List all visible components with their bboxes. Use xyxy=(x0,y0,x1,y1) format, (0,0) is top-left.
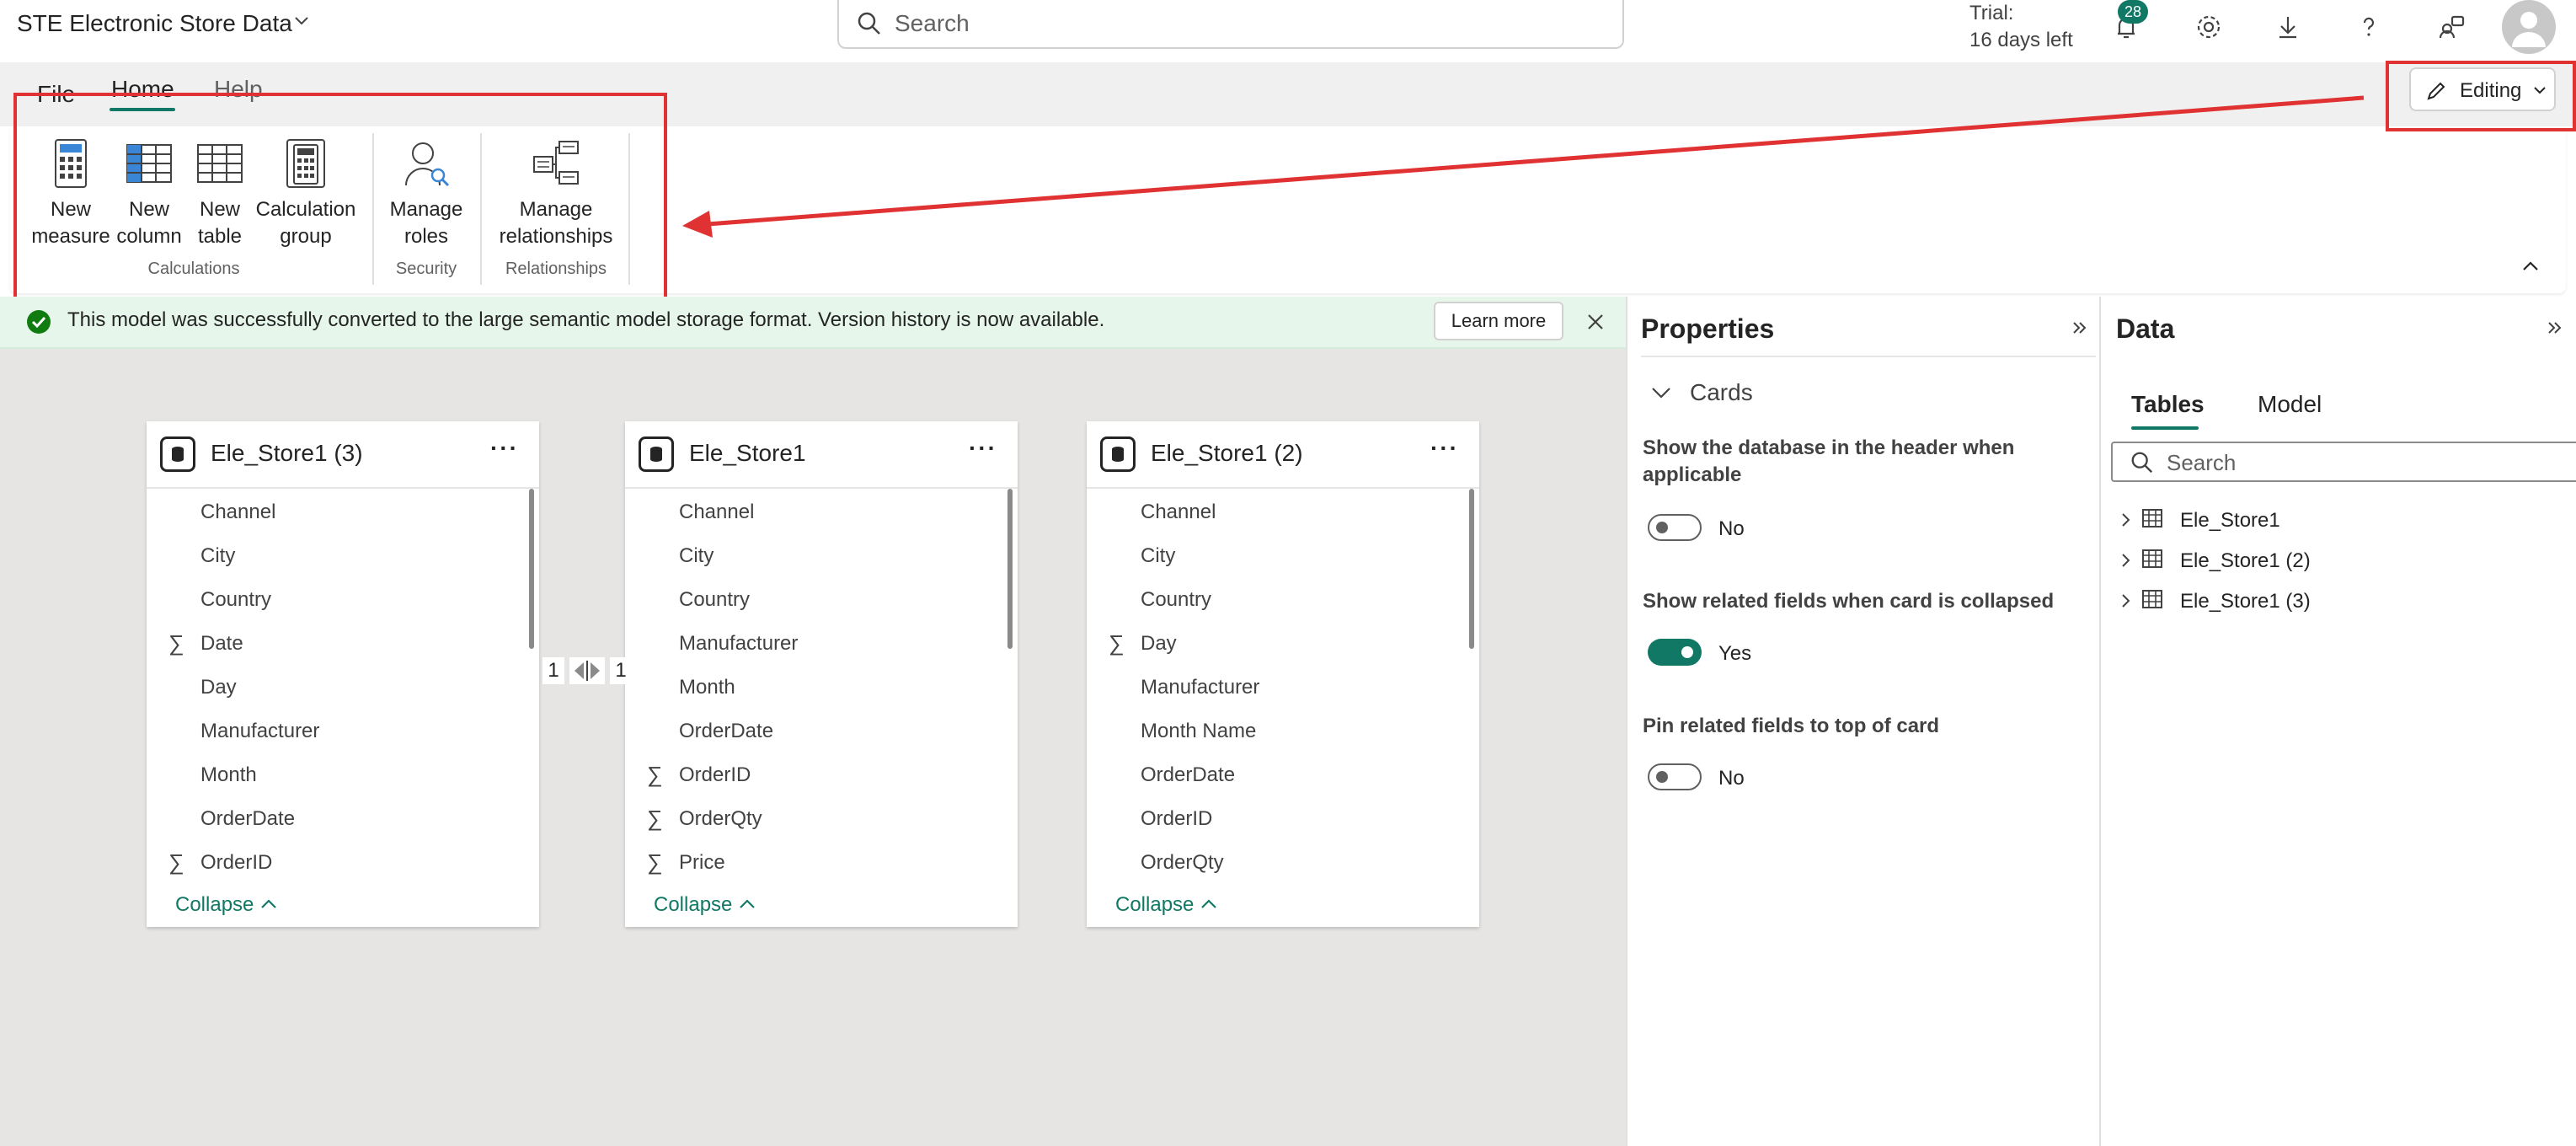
collapse-button[interactable]: Collapse xyxy=(1115,893,1218,917)
card-field[interactable]: Month xyxy=(200,763,257,787)
card-field[interactable]: Day xyxy=(1141,632,1177,656)
database-icon xyxy=(160,436,195,472)
relationship-cardinality-right: 1 xyxy=(610,657,632,684)
card-field[interactable]: Country xyxy=(1141,588,1211,612)
card-field[interactable]: Manufacturer xyxy=(1141,676,1259,699)
cards-section-header[interactable]: Cards xyxy=(1690,379,1753,406)
card-header[interactable]: Ele_Store1 (2) ··· xyxy=(1087,421,1479,489)
chevron-right-icon[interactable] xyxy=(2118,592,2133,610)
chevron-down-icon[interactable] xyxy=(1649,384,1673,401)
banner-message: This model was successfully converted to… xyxy=(67,308,1105,331)
properties-title: Properties xyxy=(1641,313,1775,344)
close-icon[interactable] xyxy=(1585,312,1606,332)
data-pane: Data Tables Model Search Ele_Store1 Ele_S… xyxy=(2099,297,2576,1146)
card-field[interactable]: OrderQty xyxy=(1141,851,1224,875)
card-field[interactable]: OrderDate xyxy=(679,720,773,743)
sigma-icon: ∑ xyxy=(647,762,663,787)
success-check-icon xyxy=(27,310,51,334)
property-label: Show the database in the header when app… xyxy=(1643,436,2015,486)
card-field[interactable]: Channel xyxy=(200,501,275,524)
card-field[interactable]: Price xyxy=(679,851,725,875)
card-field[interactable]: OrderID xyxy=(679,763,751,787)
collapse-pane-chevrons-icon[interactable] xyxy=(2071,319,2089,337)
card-field[interactable]: OrderQty xyxy=(679,807,762,831)
tab-model[interactable]: Model xyxy=(2258,391,2322,418)
relationship-cardinality-left: 1 xyxy=(542,657,564,684)
card-field[interactable]: Month Name xyxy=(1141,720,1256,743)
card-field[interactable]: Country xyxy=(679,588,750,612)
sigma-icon: ∑ xyxy=(647,849,663,875)
properties-pane: Properties Cards Show the database in th… xyxy=(1626,297,2101,1146)
database-icon xyxy=(639,436,674,472)
card-field[interactable]: City xyxy=(679,544,713,568)
collapse-pane-chevrons-icon[interactable] xyxy=(2546,319,2564,337)
learn-more-button[interactable]: Learn more xyxy=(1434,302,1563,340)
card-scrollbar[interactable] xyxy=(1469,489,1474,649)
database-icon xyxy=(1100,436,1136,472)
divider xyxy=(1641,356,2096,357)
more-options-icon[interactable]: ··· xyxy=(969,435,997,462)
card-field[interactable]: Day xyxy=(200,676,237,699)
more-options-icon[interactable]: ··· xyxy=(490,435,519,462)
card-field[interactable]: Channel xyxy=(679,501,754,524)
table-icon xyxy=(2142,549,2162,568)
relationship-connector[interactable]: 1 1 xyxy=(542,657,639,686)
card-field[interactable]: Manufacturer xyxy=(200,720,319,743)
table-icon xyxy=(2142,509,2162,527)
card-field[interactable]: OrderDate xyxy=(200,807,295,831)
card-header[interactable]: Ele_Store1 ··· xyxy=(625,421,1018,489)
sigma-icon: ∑ xyxy=(1109,630,1125,656)
toggle-value: Yes xyxy=(1718,642,1752,665)
property-label: Pin related fields to top of card xyxy=(1643,715,1940,737)
table-icon xyxy=(2142,590,2162,608)
card-title: Ele_Store1 xyxy=(689,440,806,466)
data-table-name: Ele_Store1 xyxy=(2180,509,2280,532)
chevron-up-icon xyxy=(1201,899,1216,908)
toggle-show-related-fields[interactable] xyxy=(1648,639,1702,666)
card-title: Ele_Store1 (2) xyxy=(1151,440,1303,466)
sigma-icon: ∑ xyxy=(168,849,184,875)
card-field[interactable]: Month xyxy=(679,676,735,699)
chevron-right-icon[interactable] xyxy=(2118,551,2133,570)
active-tab-indicator xyxy=(2131,426,2199,430)
property-label: Show related fields when card is collaps… xyxy=(1643,590,2055,613)
card-field[interactable]: City xyxy=(1141,544,1175,568)
card-field[interactable]: OrderID xyxy=(200,851,272,875)
chevron-up-icon xyxy=(740,899,755,908)
sigma-icon: ∑ xyxy=(168,630,184,656)
card-field[interactable]: Country xyxy=(200,588,271,612)
card-field[interactable]: Manufacturer xyxy=(679,632,798,656)
card-field[interactable]: Date xyxy=(200,632,243,656)
sigma-icon: ∑ xyxy=(647,806,663,831)
table-card-ele-store1-2[interactable]: Ele_Store1 (2) ··· Channel City Country ∑ Day M… xyxy=(1087,421,1479,927)
card-scrollbar[interactable] xyxy=(529,489,534,649)
relationship-bidirectional-icon xyxy=(569,657,605,684)
card-field[interactable]: Channel xyxy=(1141,501,1216,524)
collapse-button[interactable]: Collapse xyxy=(175,893,278,917)
toggle-value: No xyxy=(1718,517,1745,540)
collapse-button[interactable]: Collapse xyxy=(654,893,756,917)
card-header[interactable]: Ele_Store1 (3) ··· xyxy=(147,421,539,489)
data-search-input[interactable]: Search xyxy=(2111,442,2576,482)
toggle-value: No xyxy=(1718,767,1745,790)
table-card-ele-store1-3[interactable]: Ele_Store1 (3) ··· Channel City Country ∑ Date… xyxy=(147,421,539,927)
data-table-name: Ele_Store1 (3) xyxy=(2180,590,2311,613)
table-card-ele-store1[interactable]: Ele_Store1 ··· Channel City Country Manufactu… xyxy=(625,421,1018,927)
toggle-pin-related-fields[interactable] xyxy=(1648,763,1702,790)
data-table-name: Ele_Store1 (2) xyxy=(2180,549,2311,572)
card-scrollbar[interactable] xyxy=(1007,489,1013,649)
chevron-up-icon xyxy=(261,899,276,908)
toggle-show-database[interactable] xyxy=(1648,514,1702,541)
more-options-icon[interactable]: ··· xyxy=(1430,435,1459,462)
card-field[interactable]: City xyxy=(200,544,235,568)
annotation-arrow xyxy=(682,95,2365,238)
card-field[interactable]: OrderID xyxy=(1141,807,1212,831)
tab-tables[interactable]: Tables xyxy=(2131,391,2205,418)
card-field[interactable]: OrderDate xyxy=(1141,763,1235,787)
search-icon xyxy=(2131,452,2153,474)
card-title: Ele_Store1 (3) xyxy=(211,440,363,466)
data-title: Data xyxy=(2116,313,2175,344)
chevron-right-icon[interactable] xyxy=(2118,511,2133,529)
notification-banner: This model was successfully converted to… xyxy=(0,297,1626,349)
